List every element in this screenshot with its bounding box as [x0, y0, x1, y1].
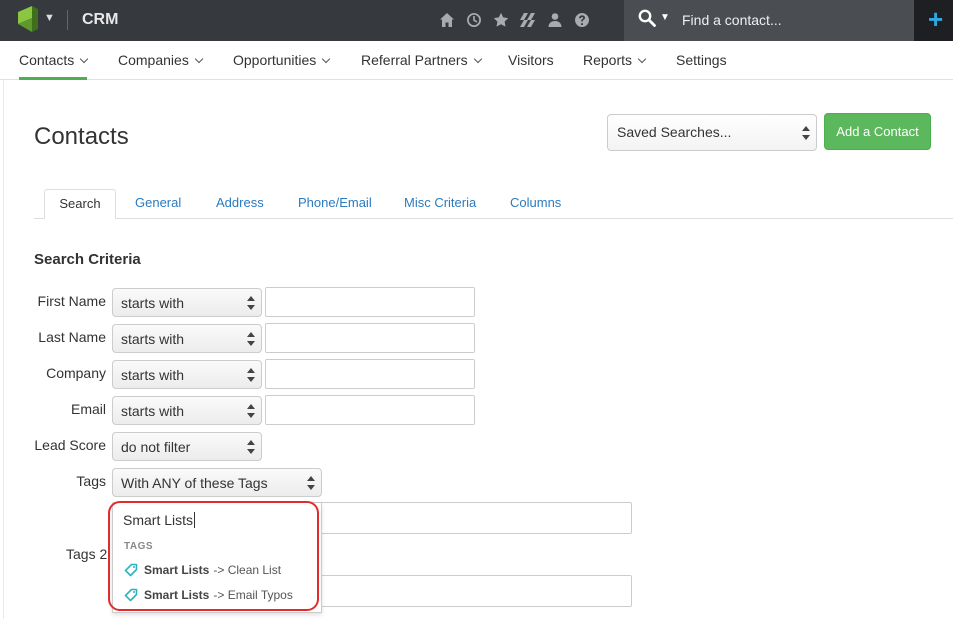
- nav-reports[interactable]: Reports: [583, 52, 647, 80]
- user-icon[interactable]: [546, 12, 563, 29]
- add-contact-button[interactable]: Add a Contact: [824, 113, 931, 150]
- tab-phone-email[interactable]: Phone/Email: [298, 195, 372, 210]
- email-label: Email: [70, 401, 106, 417]
- tag-icon: [124, 563, 138, 577]
- page-title: Contacts: [34, 123, 129, 150]
- tag-option-match: Smart Lists: [144, 588, 210, 602]
- search-scope-caret-icon[interactable]: ▼: [660, 12, 670, 23]
- home-icon[interactable]: [438, 12, 455, 29]
- plus-icon: +: [928, 4, 944, 34]
- select-arrows-icon: [802, 125, 810, 140]
- last-name-input[interactable]: [265, 323, 475, 353]
- nav-label: Settings: [676, 52, 727, 68]
- last-name-label: Last Name: [38, 329, 106, 345]
- select-value: starts with: [121, 403, 185, 419]
- nav-label: Referral Partners: [361, 52, 468, 68]
- tab-misc-criteria[interactable]: Misc Criteria: [404, 195, 476, 210]
- chevron-down-icon: [473, 54, 482, 64]
- select-value: do not filter: [121, 439, 191, 455]
- top-bar: ▼ CRM ▼ +: [0, 0, 953, 41]
- tag-search-text[interactable]: Smart Lists: [123, 512, 195, 528]
- first-name-input[interactable]: [265, 287, 475, 317]
- lead-score-select[interactable]: do not filter: [112, 432, 262, 461]
- chevron-down-icon: [80, 54, 89, 64]
- email-input[interactable]: [265, 395, 475, 425]
- tab-address[interactable]: Address: [216, 195, 264, 210]
- tag-option[interactable]: Smart Lists -> Clean List: [124, 563, 281, 577]
- search-icon[interactable]: [638, 9, 656, 32]
- nav-settings[interactable]: Settings: [676, 52, 727, 80]
- tab-search[interactable]: Search: [44, 189, 116, 219]
- quick-add-button[interactable]: +: [914, 0, 953, 41]
- help-icon[interactable]: [573, 12, 590, 29]
- app-name: CRM: [82, 11, 119, 28]
- select-value: starts with: [121, 331, 185, 347]
- nav-label: Visitors: [508, 52, 554, 68]
- section-title: Search Criteria: [34, 251, 141, 268]
- dropdown-group-header: TAGS: [124, 541, 154, 552]
- tags-icon[interactable]: [519, 12, 536, 29]
- top-icon-group: [438, 10, 590, 30]
- select-arrows-icon: [247, 367, 255, 382]
- company-input[interactable]: [265, 359, 475, 389]
- select-value: starts with: [121, 367, 185, 383]
- company-operator-select[interactable]: starts with: [112, 360, 262, 389]
- select-arrows-icon: [307, 475, 315, 490]
- nav-visitors[interactable]: Visitors: [508, 52, 554, 80]
- tag-option-rest: -> Clean List: [213, 563, 282, 577]
- logo-icon[interactable]: [18, 6, 38, 32]
- nav-label: Companies: [118, 52, 189, 68]
- tags-label: Tags: [76, 473, 106, 489]
- history-icon[interactable]: [465, 12, 482, 29]
- tab-general[interactable]: General: [135, 195, 181, 210]
- find-contact-input[interactable]: [682, 8, 902, 32]
- tag-option[interactable]: Smart Lists -> Email Typos: [124, 588, 293, 602]
- email-operator-select[interactable]: starts with: [112, 396, 262, 425]
- main-nav: Contacts Companies Opportunities Referra…: [0, 41, 953, 80]
- select-value: starts with: [121, 295, 185, 311]
- company-label: Company: [46, 365, 106, 381]
- tag-option-match: Smart Lists: [144, 563, 210, 577]
- tag-icon: [124, 588, 138, 602]
- nav-referral-partners[interactable]: Referral Partners: [361, 52, 482, 80]
- select-arrows-icon: [247, 439, 255, 454]
- first-name-operator-select[interactable]: starts with: [112, 288, 262, 317]
- select-arrows-icon: [247, 331, 255, 346]
- nav-opportunities[interactable]: Opportunities: [233, 52, 331, 80]
- saved-searches-value: Saved Searches...: [617, 124, 732, 140]
- saved-searches-select[interactable]: Saved Searches...: [607, 114, 817, 151]
- tag-option-rest: -> Email Typos: [213, 588, 293, 602]
- nav-companies[interactable]: Companies: [118, 52, 204, 80]
- chevron-down-icon: [637, 54, 647, 64]
- chevron-down-icon: [194, 54, 204, 64]
- nav-label: Reports: [583, 52, 633, 68]
- last-name-operator-select[interactable]: starts with: [112, 324, 262, 353]
- tags-mode-select[interactable]: With ANY of these Tags: [112, 468, 322, 497]
- nav-label: Contacts: [19, 52, 75, 68]
- tags-2-label: Tags 2: [66, 546, 108, 562]
- page-border: [3, 80, 4, 619]
- select-arrows-icon: [247, 403, 255, 418]
- nav-label: Opportunities: [233, 52, 317, 68]
- first-name-label: First Name: [37, 293, 106, 309]
- select-arrows-icon: [247, 295, 255, 310]
- divider: [67, 10, 68, 30]
- chevron-down-icon: [322, 54, 331, 64]
- tabs-divider: [34, 218, 953, 219]
- nav-contacts[interactable]: Contacts: [19, 52, 89, 80]
- select-value: With ANY of these Tags: [121, 475, 268, 491]
- star-icon[interactable]: [492, 12, 509, 29]
- lead-score-label: Lead Score: [34, 437, 106, 453]
- tag-autocomplete-dropdown: Smart Lists TAGS Smart Lists -> Clean Li…: [112, 503, 322, 613]
- contact-search-area: ▼: [624, 0, 914, 41]
- tab-columns[interactable]: Columns: [510, 195, 561, 210]
- logo-caret-icon[interactable]: ▼: [44, 12, 55, 24]
